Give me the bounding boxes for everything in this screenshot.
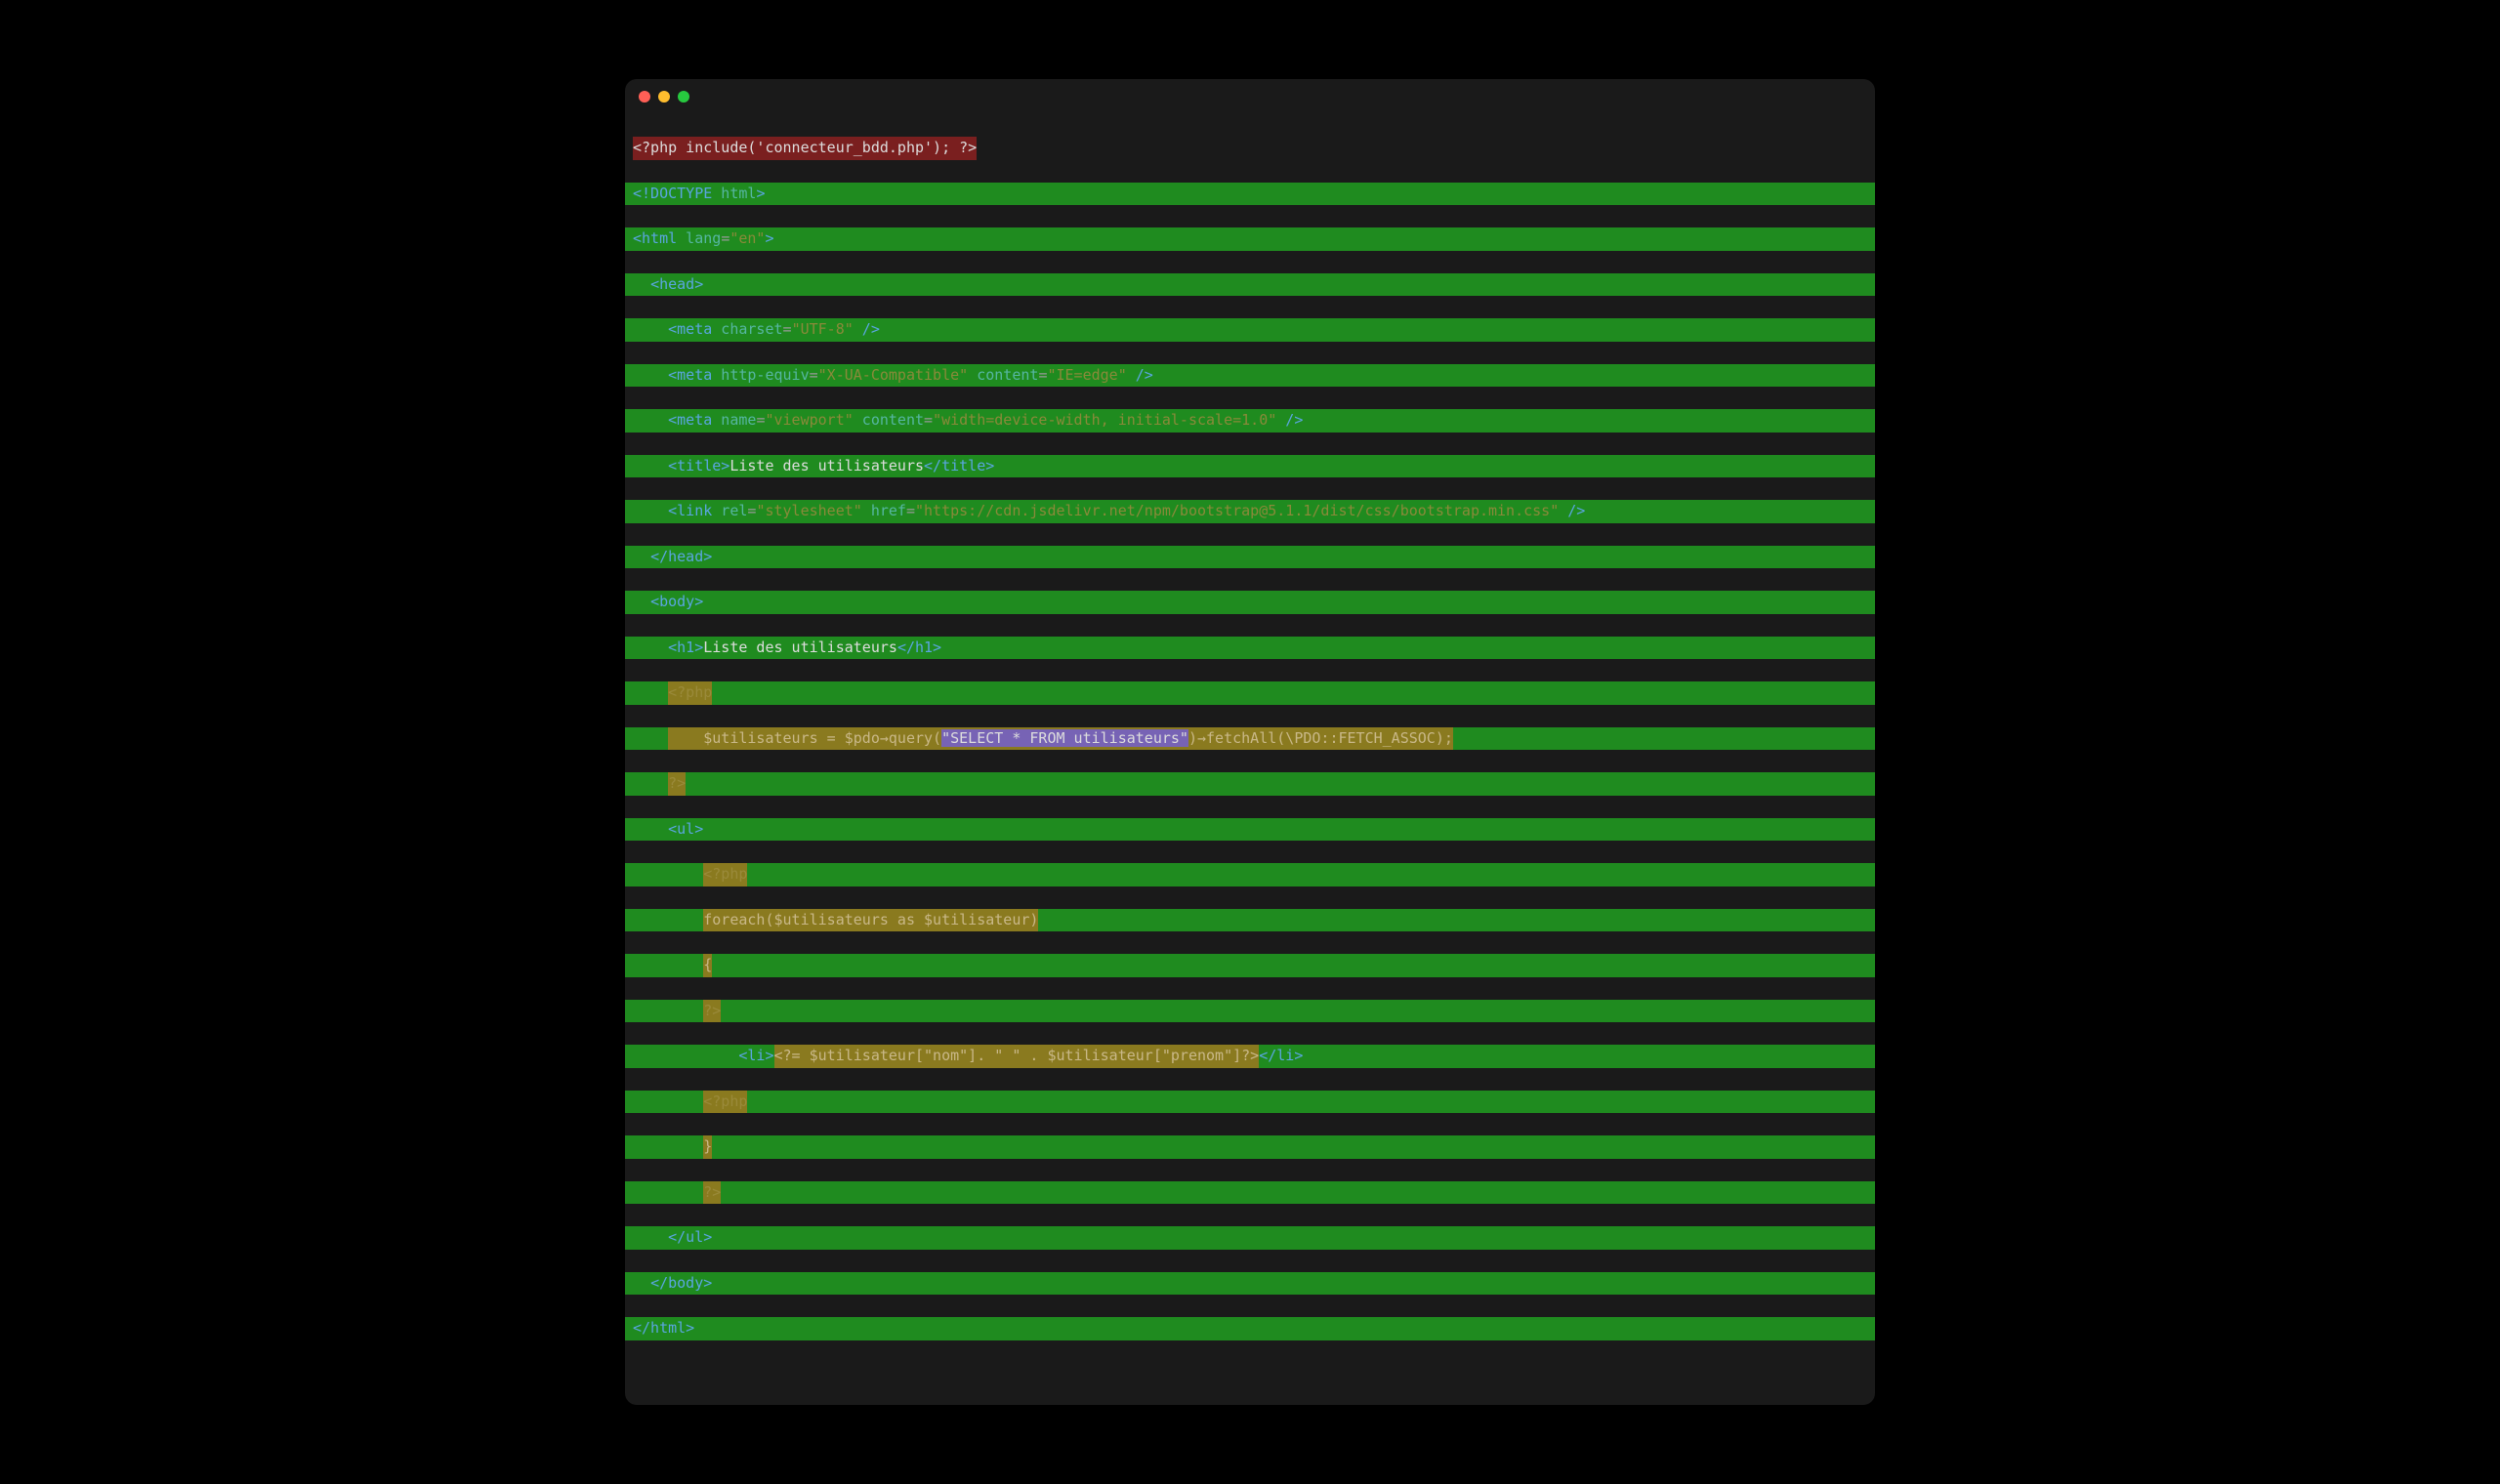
li-open: <li>	[738, 1047, 773, 1064]
sql-string: "SELECT * FROM utilisateurs"	[941, 729, 1188, 747]
body-open: <body>	[650, 593, 703, 610]
php-query: $utilisateurs = $pdo→query(	[668, 729, 941, 747]
self-close: />	[1127, 366, 1153, 384]
eq: =	[721, 229, 729, 247]
php-echo: <?= $utilisateur["nom"]. " " . $utilisat…	[774, 1047, 1260, 1064]
window-titlebar	[625, 79, 1875, 114]
charset-val: "UTF-8"	[792, 320, 854, 338]
li-close: </li>	[1259, 1047, 1303, 1064]
meta-tag: <meta	[668, 366, 712, 384]
php-query-end: )→fetchAll(\PDO::FETCH_ASSOC);	[1188, 729, 1453, 747]
meta-tag: <meta	[668, 320, 712, 338]
self-close: />	[1559, 502, 1585, 519]
content-attr: content	[854, 411, 924, 429]
charset-attr: charset	[712, 320, 782, 338]
content-val: "width=device-width, initial-scale=1.0"	[933, 411, 1276, 429]
php-open: <?php	[668, 683, 712, 701]
href-attr: href	[862, 502, 906, 519]
php-brace: }	[703, 1137, 712, 1155]
title-close: </title>	[924, 457, 994, 474]
h1-close: </h1>	[897, 639, 941, 656]
tag-close: >	[765, 229, 773, 247]
doctype-html: html	[712, 185, 756, 202]
content-attr: content	[968, 366, 1038, 384]
eq: =	[810, 366, 818, 384]
h1-text: Liste des utilisateurs	[703, 639, 897, 656]
php-close: ?>	[703, 1002, 721, 1019]
head-open: <head>	[650, 275, 703, 293]
h1-open: <h1>	[668, 639, 703, 656]
self-close: />	[1276, 411, 1303, 429]
ul-open: <ul>	[668, 820, 703, 838]
html-open: <html	[633, 229, 677, 247]
php-brace: {	[703, 956, 712, 973]
close-icon[interactable]	[639, 91, 650, 103]
minimize-icon[interactable]	[658, 91, 670, 103]
tag-close: >	[756, 185, 765, 202]
href-val: "https://cdn.jsdelivr.net/npm/bootstrap@…	[915, 502, 1559, 519]
php-include-block: <?php include('connecteur_bdd.php'); ?>	[633, 137, 977, 159]
name-val: "viewport"	[765, 411, 853, 429]
httpequiv-val: "X-UA-Compatible"	[818, 366, 969, 384]
title-open: <title>	[668, 457, 729, 474]
name-attr: name	[712, 411, 756, 429]
body-close: </body>	[650, 1274, 712, 1292]
meta-tag: <meta	[668, 411, 712, 429]
eq: =	[783, 320, 792, 338]
eq: =	[924, 411, 933, 429]
rel-attr: rel	[712, 502, 747, 519]
editor-window: <?php include('connecteur_bdd.php'); ?> …	[625, 79, 1875, 1405]
php-open: <?php	[703, 865, 747, 883]
lang-attr: lang	[677, 229, 721, 247]
httpequiv-attr: http-equiv	[712, 366, 809, 384]
maximize-icon[interactable]	[678, 91, 689, 103]
eq: =	[906, 502, 915, 519]
php-close: ?>	[668, 774, 686, 792]
content-val: "IE=edge"	[1047, 366, 1126, 384]
php-foreach: foreach($utilisateurs as $utilisateur)	[703, 911, 1038, 928]
php-open: <?php	[703, 1092, 747, 1110]
link-tag: <link	[668, 502, 712, 519]
php-close: ?>	[703, 1183, 721, 1201]
doctype-tag: <!DOCTYPE	[633, 185, 712, 202]
title-text: Liste des utilisateurs	[729, 457, 924, 474]
ul-close: </ul>	[668, 1228, 712, 1246]
html-close: </html>	[633, 1319, 694, 1337]
rel-val: "stylesheet"	[756, 502, 861, 519]
head-close: </head>	[650, 548, 712, 565]
code-editor[interactable]: <?php include('connecteur_bdd.php'); ?> …	[625, 114, 1875, 1405]
lang-val: "en"	[729, 229, 765, 247]
self-close: />	[854, 320, 880, 338]
